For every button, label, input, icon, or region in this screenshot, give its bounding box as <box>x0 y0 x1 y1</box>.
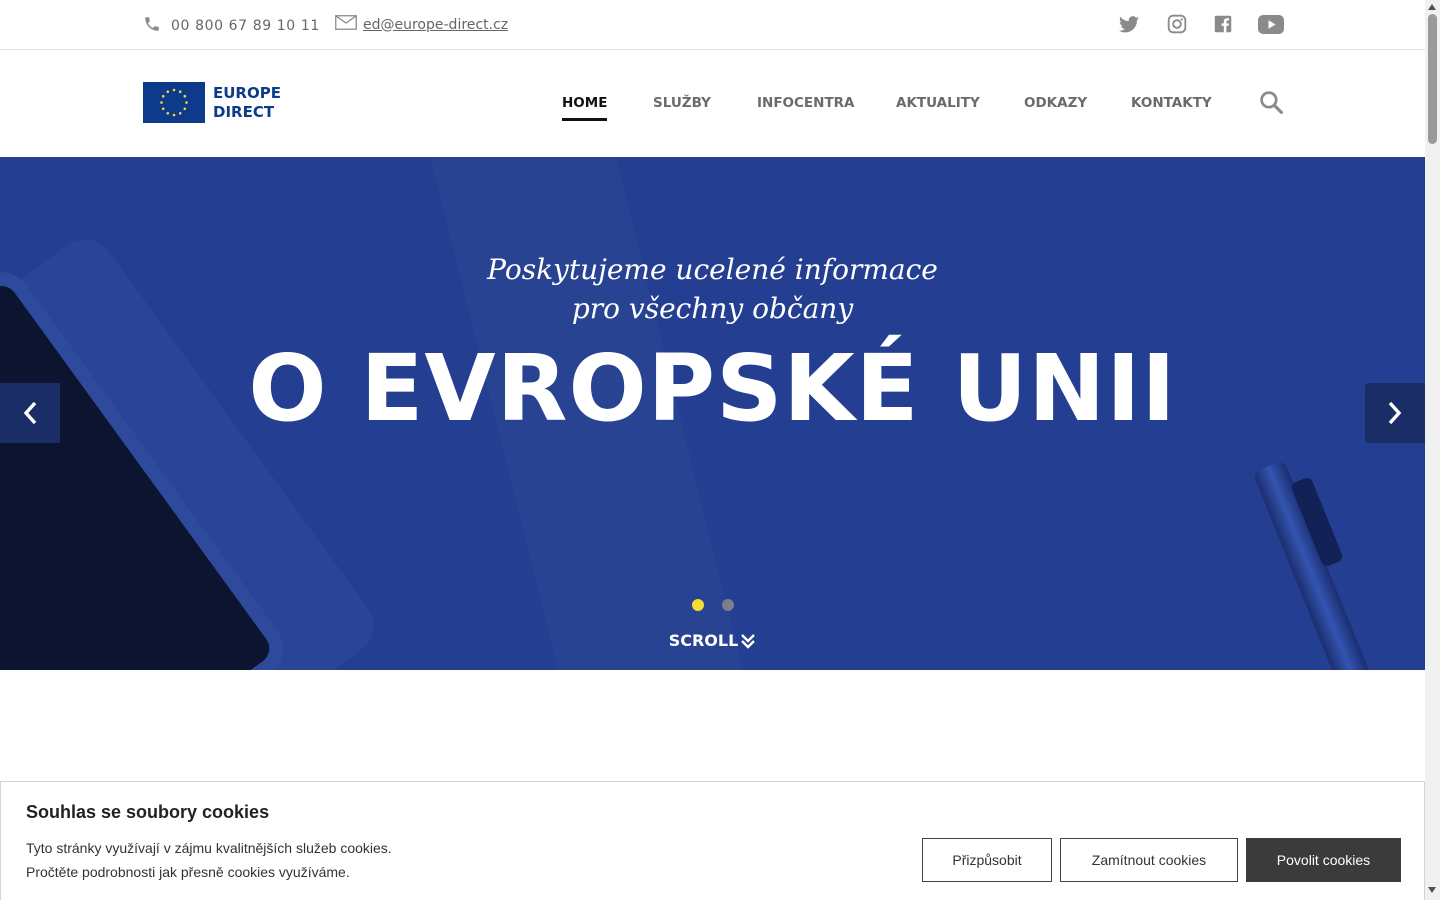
eu-flag-icon <box>143 82 205 123</box>
slider-prev-button[interactable] <box>0 383 60 443</box>
email-link[interactable]: ed@europe-direct.cz <box>363 17 508 33</box>
email-contact[interactable]: ed@europe-direct.cz <box>335 15 508 34</box>
nav-item-infocentra[interactable]: INFOCENTRA <box>757 95 855 111</box>
phone-number: 00 800 67 89 10 11 <box>171 18 320 34</box>
facebook-icon[interactable] <box>1211 13 1235 35</box>
hero-slider: Poskytujeme ucelené informace pro všechn… <box>0 157 1425 670</box>
cookie-reject-button[interactable]: Zamítnout cookies <box>1060 838 1238 882</box>
slider-pagination <box>692 599 734 611</box>
logo-text: EUROPE DIRECT <box>213 84 281 122</box>
envelope-icon <box>335 15 357 34</box>
chevron-left-icon <box>23 401 37 425</box>
scroll-down-arrow-icon[interactable] <box>1428 887 1436 893</box>
cookie-customize-button[interactable]: Přizpůsobit <box>922 838 1052 882</box>
cookie-text-line-1: Tyto stránky využívají v zájmu kvalitněj… <box>26 840 392 856</box>
slider-next-button[interactable] <box>1365 383 1425 443</box>
scroll-label: SCROLL <box>668 631 739 650</box>
nav-item-odkazy[interactable]: ODKAZY <box>1024 95 1087 111</box>
hero-subtitle-line-2: pro všechny občany <box>571 292 854 325</box>
cookie-consent-bar: Souhlas se soubory cookies Tyto stránky … <box>0 781 1425 900</box>
site-header: EUROPE DIRECT HOME SLUŽBY INFOCENTRA AKT… <box>0 50 1425 157</box>
scroll-down-link[interactable]: SCROLL <box>0 631 1425 650</box>
nav-item-sluzby[interactable]: SLUŽBY <box>653 95 711 111</box>
instagram-icon[interactable] <box>1165 13 1189 35</box>
slider-dot-1[interactable] <box>692 599 704 611</box>
double-chevron-down-icon <box>741 633 756 649</box>
hero-subtitle-line-1: Poskytujeme ucelené informace <box>487 253 938 286</box>
scroll-up-arrow-icon[interactable] <box>1428 4 1436 10</box>
cookie-accept-button[interactable]: Povolit cookies <box>1246 838 1401 882</box>
top-bar: 00 800 67 89 10 11 ed@europe-direct.cz <box>0 0 1425 50</box>
page-scrollbar[interactable] <box>1425 0 1440 900</box>
nav-item-home[interactable]: HOME <box>562 95 608 121</box>
logo-line-1: EUROPE <box>213 83 281 102</box>
twitter-icon[interactable] <box>1117 13 1141 35</box>
cookie-title: Souhlas se soubory cookies <box>26 802 270 822</box>
youtube-icon[interactable] <box>1258 13 1284 35</box>
nav-item-kontakty[interactable]: KONTAKTY <box>1131 95 1212 111</box>
hero-headline: O EVROPSKÉ UNII <box>248 335 1177 442</box>
scrollbar-thumb[interactable] <box>1428 14 1437 144</box>
phone-contact[interactable]: 00 800 67 89 10 11 <box>143 15 320 37</box>
cookie-text-line-2: Pročtěte podrobnosti jak přesně cookies … <box>26 864 350 880</box>
phone-icon <box>143 15 161 37</box>
nav-item-aktuality[interactable]: AKTUALITY <box>896 95 980 111</box>
search-icon[interactable] <box>1259 90 1284 119</box>
slider-dot-2[interactable] <box>722 599 734 611</box>
europe-direct-logo[interactable]: EUROPE DIRECT <box>143 82 281 123</box>
logo-line-2: DIRECT <box>213 102 275 121</box>
chevron-right-icon <box>1388 401 1402 425</box>
